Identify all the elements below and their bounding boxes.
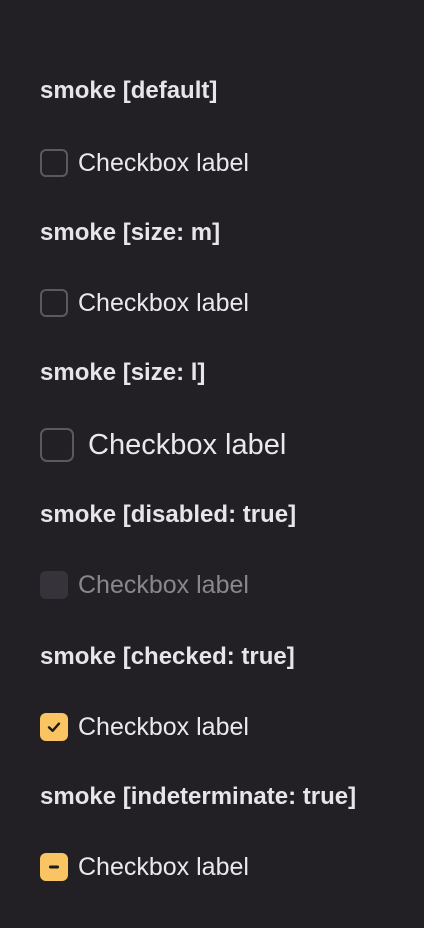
checkbox-label: Checkbox label <box>78 713 249 741</box>
checkbox-box[interactable] <box>40 853 68 881</box>
checkbox-box[interactable] <box>40 289 68 317</box>
checkbox-label: Checkbox label <box>78 853 249 881</box>
checkbox-size-m[interactable]: Checkbox label <box>40 288 249 318</box>
checkbox-label: Checkbox label <box>78 149 249 177</box>
checkbox-default[interactable]: Checkbox label <box>40 148 249 178</box>
section-title-default: smoke [default] <box>40 77 218 104</box>
checkbox-indeterminate[interactable]: Checkbox label <box>40 852 249 882</box>
checkbox-label: Checkbox label <box>88 429 287 461</box>
checkbox-smoke-page: smoke [default] Checkbox label smoke [si… <box>0 0 424 928</box>
checkbox-box <box>40 571 68 599</box>
checkbox-box[interactable] <box>40 149 68 177</box>
check-icon <box>46 719 62 735</box>
section-title-size-l: smoke [size: l] <box>40 359 206 386</box>
minus-icon <box>46 859 62 875</box>
checkbox-label: Checkbox label <box>78 571 249 599</box>
section-title-disabled: smoke [disabled: true] <box>40 501 297 528</box>
section-title-size-m: smoke [size: m] <box>40 219 221 246</box>
checkbox-box[interactable] <box>40 713 68 741</box>
checkbox-disabled: Checkbox label <box>40 570 249 600</box>
checkbox-size-l[interactable]: Checkbox label <box>40 428 286 462</box>
section-title-indeterminate: smoke [indeterminate: true] <box>40 783 357 810</box>
section-title-checked: smoke [checked: true] <box>40 643 295 670</box>
checkbox-label: Checkbox label <box>78 289 249 317</box>
checkbox-box[interactable] <box>40 428 74 462</box>
checkbox-checked[interactable]: Checkbox label <box>40 712 249 742</box>
